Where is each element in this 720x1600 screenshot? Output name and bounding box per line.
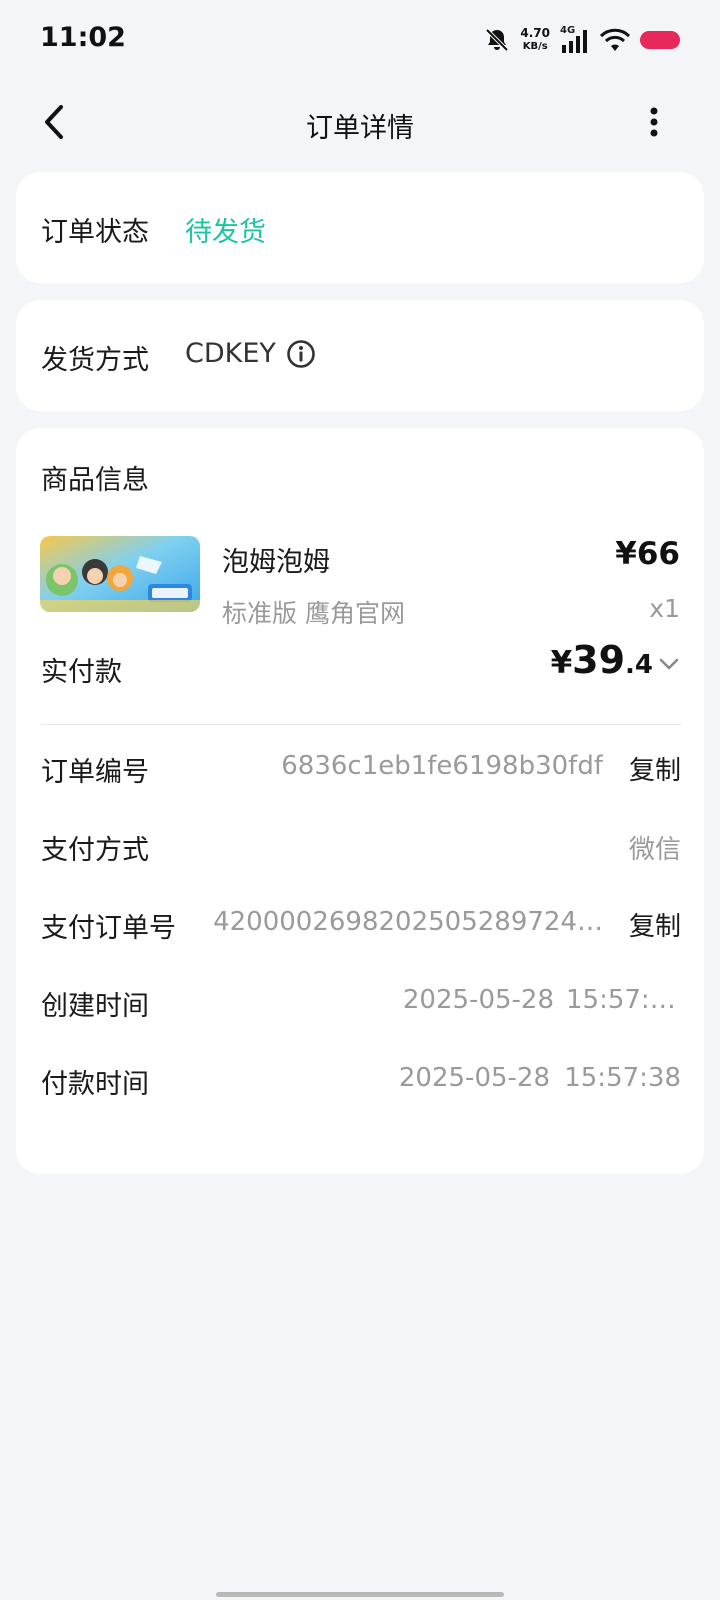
shipping-method-card: 发货方式 CDKEY — [16, 300, 704, 411]
battery-icon — [640, 31, 680, 49]
shipping-method-label: 发货方式 — [41, 345, 149, 376]
header: 订单详情 — [0, 90, 720, 154]
paid-time: 15:57:38 — [564, 1063, 681, 1093]
payment-order-number-row: 支付订单号 4200002698202505289724… 复制 — [41, 906, 681, 946]
product-variant: 标准版 鹰角官网 — [222, 599, 405, 628]
copy-payment-order-number-button[interactable]: 复制 — [629, 906, 681, 943]
order-number-value: 6836c1eb1fe6198b30fdf — [281, 751, 603, 781]
divider — [41, 724, 681, 725]
payment-method-label: 支付方式 — [41, 835, 149, 866]
more-button[interactable] — [632, 100, 676, 144]
payment-order-number-value: 4200002698202505289724… — [213, 907, 603, 937]
copy-order-number-button[interactable]: 复制 — [629, 750, 681, 787]
game-cover-image — [40, 536, 200, 612]
shipping-method-value-group[interactable]: CDKEY — [185, 338, 316, 369]
payment-method-row: 支付方式 微信 — [41, 828, 681, 868]
status-time: 11:02 — [40, 22, 126, 53]
created-time: 15:57:31 — [566, 985, 681, 1015]
created-time-row: 创建时间 2025-05-28 15:57:31 — [41, 984, 681, 1024]
payment-order-number-label: 支付订单号 — [41, 913, 176, 944]
status-icons: 4.70 KB/s 4G — [484, 24, 680, 56]
paid-decimal: .4 — [625, 650, 653, 680]
order-status-label: 订单状态 — [41, 217, 149, 248]
goods-info-card: 商品信息 泡姆泡姆 ¥66 标准版 鹰角官网 x1 实付款 ¥39.4 订单编号… — [16, 428, 704, 1174]
paid-amount: ¥39.4 — [551, 638, 653, 682]
product-price: ¥66 — [615, 536, 680, 572]
net-speed-unit: KB/s — [522, 41, 548, 52]
payment-method-value: 微信 — [628, 835, 681, 865]
paid-currency: ¥ — [550, 645, 573, 681]
signal-icon: 4G — [560, 26, 590, 54]
wifi-icon — [600, 28, 630, 51]
chevron-down-icon[interactable] — [657, 652, 681, 676]
page-title: 订单详情 — [306, 113, 414, 144]
more-vertical-icon — [650, 107, 658, 137]
created-date: 2025-05-28 — [402, 985, 554, 1015]
net-speed-value: 4.70 — [520, 26, 550, 40]
product-name: 泡姆泡姆 — [222, 547, 330, 578]
created-time-label: 创建时间 — [41, 991, 149, 1022]
home-indicator[interactable] — [216, 1592, 504, 1597]
paid-time-label: 付款时间 — [41, 1069, 149, 1100]
order-status-card: 订单状态 待发货 — [16, 172, 704, 283]
paid-amount-label: 实付款 — [41, 657, 122, 688]
paid-amount-row[interactable]: 实付款 ¥39.4 — [41, 636, 681, 696]
order-number-row: 订单编号 6836c1eb1fe6198b30fdf 复制 — [41, 750, 681, 790]
info-icon[interactable] — [286, 339, 316, 369]
bell-muted-icon — [485, 28, 509, 52]
order-status-value: 待发货 — [185, 217, 266, 248]
paid-date: 2025-05-28 — [398, 1063, 550, 1093]
product-item[interactable]: 泡姆泡姆 ¥66 标准版 鹰角官网 x1 — [40, 536, 680, 628]
product-quantity: x1 — [649, 594, 680, 623]
net-speed: 4.70 KB/s — [520, 27, 550, 53]
shipping-method-value: CDKEY — [185, 338, 276, 369]
paid-time-row: 付款时间 2025-05-28 15:57:38 — [41, 1062, 681, 1102]
order-number-label: 订单编号 — [41, 757, 149, 788]
goods-section-title: 商品信息 — [41, 465, 149, 496]
status-bar: 11:02 4.70 KB/s 4G — [0, 0, 720, 80]
paid-integer: 39 — [572, 638, 626, 682]
